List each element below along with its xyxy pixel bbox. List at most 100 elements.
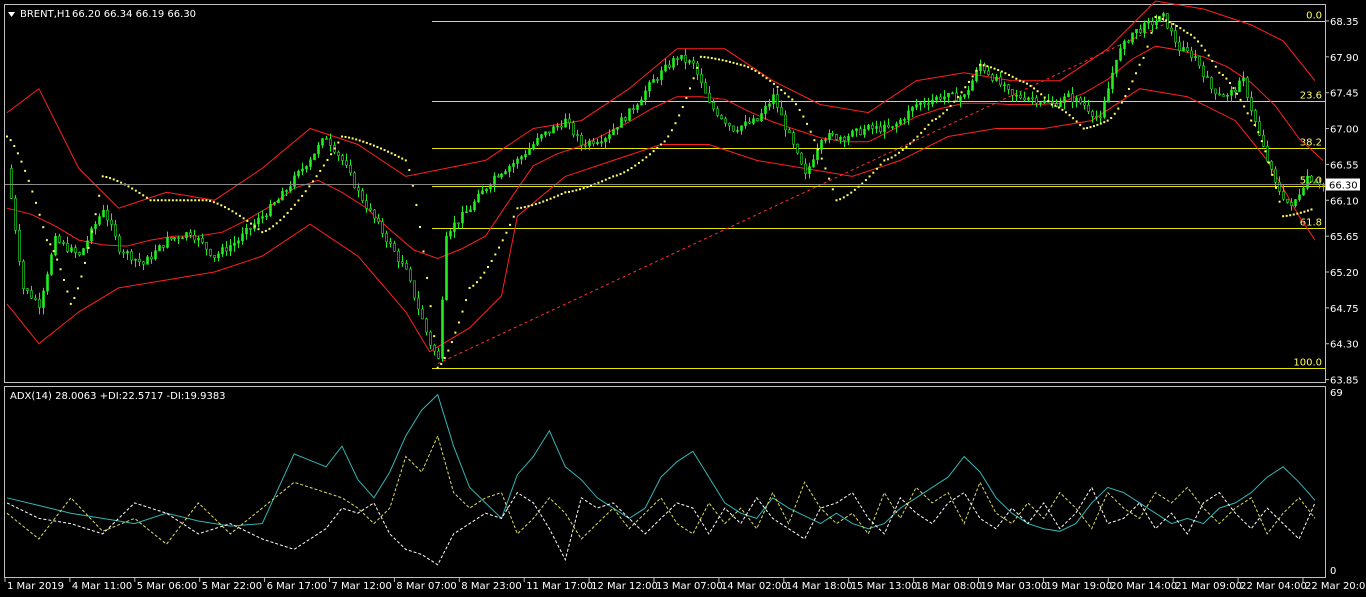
candle-body (899, 119, 902, 125)
sar-dot (1225, 77, 1228, 80)
candle-body (158, 245, 161, 252)
sar-dot (783, 92, 786, 95)
time-tick-label: 5 Mar 06:00 (137, 581, 197, 592)
sar-dot (175, 199, 178, 202)
candle-body (568, 118, 571, 124)
sar-dot (1029, 84, 1032, 87)
candle-body (784, 114, 787, 131)
candle-body (668, 64, 671, 68)
current-price-marker: 66.30 (5, 178, 1360, 192)
fibonacci-retracement[interactable]: 0.023.638.250.061.8100.0 (432, 11, 1325, 369)
sar-dot (1022, 80, 1025, 83)
candle-body (313, 153, 316, 161)
sar-dot (747, 66, 750, 69)
sar-dot (422, 250, 425, 253)
sar-dot (1197, 40, 1200, 43)
sar-dot (315, 175, 318, 178)
sar-dot (637, 161, 640, 164)
candle-body (967, 90, 970, 95)
time-tick-label: 5 Mar 22:00 (202, 581, 262, 592)
candle-body (126, 251, 129, 254)
sar-dot (993, 67, 996, 70)
sar-dot (1189, 33, 1192, 36)
candle-body (855, 128, 858, 132)
candle-body (449, 231, 452, 237)
sar-dot (401, 157, 404, 160)
sar-dot (898, 151, 901, 154)
candle-body (1234, 89, 1237, 93)
candle-body (345, 160, 348, 166)
sar-dot (168, 199, 171, 202)
candle-body (34, 297, 37, 300)
candle-body (269, 204, 272, 217)
sar-dot (1275, 186, 1278, 189)
candle-body (1274, 168, 1277, 183)
sar-dot (1179, 27, 1182, 30)
candle-body (851, 130, 854, 137)
sar-dot (1243, 105, 1246, 108)
sar-dot (308, 185, 311, 188)
price-tick-label: 67.45 (1330, 89, 1359, 100)
candle-body (724, 118, 727, 124)
sar-dot (545, 199, 548, 202)
candle-body (397, 250, 400, 262)
sar-dot (1047, 99, 1050, 102)
trendline-segment[interactable] (437, 20, 1172, 365)
candle-body (1151, 21, 1154, 26)
candle-body (305, 166, 308, 170)
sar-dot (1150, 31, 1153, 34)
sar-dot (1075, 120, 1078, 123)
sar-dot (264, 229, 267, 232)
candle-body (1099, 116, 1102, 119)
sar-dot (450, 341, 453, 344)
sar-dot (975, 69, 978, 72)
sar-dot (494, 253, 497, 256)
trendline[interactable] (437, 20, 1172, 365)
candle-body (1063, 96, 1066, 103)
candle-body (1162, 13, 1165, 17)
candle-body (740, 125, 743, 131)
candle-body (437, 350, 440, 359)
candle-body (1210, 77, 1213, 90)
sar-dot (397, 155, 400, 158)
sar-dot (1011, 75, 1014, 78)
sar-dot (205, 199, 208, 202)
candle-body (540, 134, 543, 139)
candle-body (1011, 89, 1014, 96)
sar-dot (209, 199, 212, 202)
candle-body (1067, 93, 1070, 98)
candle-body (1143, 22, 1146, 33)
candle-body (469, 209, 472, 212)
sar-dot (1285, 214, 1288, 217)
sar-dot (523, 206, 526, 209)
sar-dot (443, 356, 446, 359)
candle-body (1218, 93, 1221, 96)
sar-dot (257, 228, 260, 231)
candle-body (1214, 88, 1217, 95)
sar-dot (246, 219, 249, 222)
sar-dot (286, 211, 289, 214)
candle-body (301, 168, 304, 172)
candle-body (772, 94, 775, 105)
sar-dot (839, 198, 842, 201)
sar-dot (931, 119, 934, 122)
fib-level-label: 0.0 (1306, 11, 1322, 22)
sar-dot (1146, 45, 1149, 48)
sar-dot (1127, 87, 1130, 90)
sar-dot (542, 200, 545, 203)
candle-body (656, 79, 659, 81)
candle-body (971, 80, 974, 91)
sar-dot (344, 135, 347, 138)
candle-body (600, 141, 603, 144)
sar-dot (754, 69, 757, 72)
candle-body (624, 117, 627, 121)
candle-body (875, 126, 878, 129)
sar-dot (94, 213, 97, 216)
sar-dot (894, 154, 897, 157)
sar-dot (1138, 63, 1141, 66)
triangle-down-icon[interactable] (8, 12, 15, 17)
time-tick-label: 15 Mar 13:00 (851, 581, 918, 592)
candle-body (50, 254, 53, 275)
sar-dot (806, 122, 809, 125)
candle-body (361, 190, 364, 202)
